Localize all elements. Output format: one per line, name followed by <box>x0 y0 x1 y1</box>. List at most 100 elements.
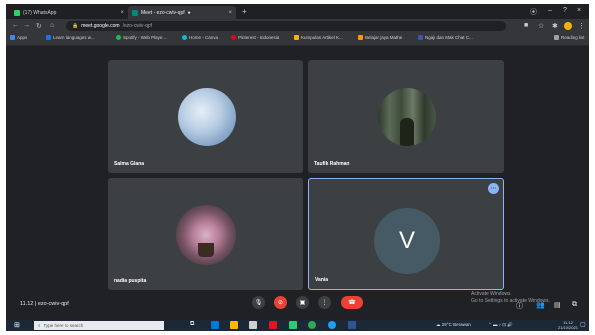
mic-button[interactable]: 🎙 <box>252 296 265 309</box>
forward-icon[interactable]: → <box>23 22 30 29</box>
meet-icon <box>132 9 138 16</box>
bookmark-label: Pinterest - Indonesia <box>238 35 280 40</box>
present-button[interactable]: ▣ <box>296 296 309 309</box>
meeting-code: ezo-cwiv-qpf <box>37 301 69 307</box>
edge-icon[interactable] <box>211 321 219 329</box>
close-icon[interactable]: × <box>228 10 232 16</box>
camera-off-icon: ⊘ <box>277 300 284 306</box>
more-options-icon[interactable]: ⋯ <box>488 183 499 194</box>
search-icon: ⌕ <box>38 323 41 328</box>
address-path: /ezo-cwiv-qpf <box>122 23 153 29</box>
info-icon[interactable]: ⓘ <box>516 301 523 311</box>
system-tray-icons[interactable]: ⌃ ▬ ♪ ⊡ 🔊 <box>488 322 513 328</box>
whatsapp-icon <box>14 9 20 16</box>
participant-tile[interactable]: nadia puspita <box>108 178 303 290</box>
word-icon[interactable] <box>348 321 356 329</box>
notifications-icon[interactable]: ▢ <box>580 321 586 328</box>
end-call-button[interactable]: ☎ <box>341 296 363 309</box>
tab-meet[interactable]: Meet - ezo-cwiv-qpf ● × <box>128 6 236 19</box>
participant-name: Salma Glana <box>114 161 145 167</box>
more-vert-icon: ⋮ <box>321 300 328 306</box>
people-icon[interactable]: 👥 <box>536 301 545 309</box>
weather-tray[interactable]: ☁ 29°C Berawan <box>436 322 471 328</box>
bookmark-item[interactable]: Ngaji dan Mak Chat C... <box>418 35 473 40</box>
chat-icon[interactable]: ▤ <box>554 301 561 309</box>
meeting-time: 11.12 <box>20 301 34 307</box>
bookmark-label: Belajar jaya Mathe <box>365 35 403 40</box>
app-icon[interactable] <box>328 321 336 329</box>
minimize-icon[interactable]: – <box>548 7 552 14</box>
microphone-icon: 🎙 <box>254 300 263 306</box>
pinterest-icon <box>231 35 236 40</box>
new-tab-button[interactable]: + <box>242 7 247 16</box>
bookmark-item[interactable]: Home - Canva <box>182 35 218 40</box>
task-view-icon[interactable]: ⧉ <box>190 321 194 328</box>
clock-date: 21/10/2021 <box>558 325 579 330</box>
avatar[interactable] <box>564 22 572 30</box>
tab-strip: (17) WhatsApp × Meet - ezo-cwiv-qpf ● × … <box>6 4 589 19</box>
star-icon[interactable]: ☆ <box>538 22 544 30</box>
clock[interactable]: 11.12 21/10/2021 <box>558 320 578 330</box>
bookmark-item[interactable]: Belajar jaya Mathe <box>358 35 402 40</box>
present-screen-icon: ▣ <box>299 300 306 306</box>
bookmark-label: Spotify - Web Playe... <box>123 35 167 40</box>
bookmark-item[interactable]: Spotify - Web Playe... <box>116 35 166 40</box>
bookmark-item[interactable]: Learn languages w... <box>46 35 95 40</box>
profile-icon[interactable]: ⦿ <box>530 7 537 17</box>
close-icon[interactable]: × <box>120 10 124 16</box>
app-icon[interactable] <box>269 321 277 329</box>
bookmarks-bar: Apps Learn languages w... Spotify - Web … <box>6 33 589 46</box>
flowers-photo-avatar <box>176 205 236 265</box>
bookmark-icon <box>46 35 51 40</box>
file-explorer-icon[interactable] <box>230 321 238 329</box>
activities-icon[interactable]: ⧉ <box>572 301 577 309</box>
extensions-icon[interactable]: ✱ <box>552 22 558 30</box>
windows-taskbar: ⊞ ⌕ Type here to search ⧉ ☁ 29°C Berawan… <box>6 320 589 331</box>
camera-indicator-icon[interactable]: ■ <box>524 22 528 29</box>
phone-hangup-icon: ☎ <box>348 300 356 306</box>
bookmark-item[interactable]: Kumpulan Artikel K... <box>294 35 343 40</box>
tab-whatsapp[interactable]: (17) WhatsApp × <box>10 6 128 19</box>
participant-tile-active[interactable]: ⋯ V Vania <box>308 178 504 290</box>
meeting-stage: Salma Glana Taufik Rahman nadia puspita … <box>6 46 589 299</box>
home-icon[interactable]: ⌂ <box>50 22 54 29</box>
screen: (17) WhatsApp × Meet - ezo-cwiv-qpf ● × … <box>6 4 589 331</box>
participant-name: Taufik Rahman <box>314 161 350 167</box>
meeting-info: 11.12 | ezo-cwiv-qpf <box>20 301 69 307</box>
bookmark-label: Ngaji dan Mak Chat C... <box>425 35 473 40</box>
bookmark-label: Home - Canva <box>189 35 219 40</box>
bookmark-label: Kumpulan Artikel K... <box>301 35 343 40</box>
reading-list-icon <box>554 35 559 40</box>
bookmark-icon <box>418 35 423 40</box>
bookmark-item[interactable]: Apps <box>10 35 27 40</box>
participant-name: nadia puspita <box>114 278 147 284</box>
camera-button[interactable]: ⊘ <box>274 296 287 309</box>
tab-label: (17) WhatsApp <box>23 9 57 16</box>
weather-text: 29°C Berawan <box>441 322 471 327</box>
chrome-icon[interactable] <box>308 321 316 329</box>
more-options-button[interactable]: ⋮ <box>318 296 331 309</box>
letter-avatar: V <box>374 208 440 274</box>
reload-icon[interactable]: ↻ <box>36 22 42 30</box>
menu-icon[interactable]: ⋮ <box>578 22 585 30</box>
reading-list[interactable]: Reading list <box>554 35 585 40</box>
lock-icon: 🔒 <box>72 23 79 29</box>
participant-tile[interactable]: Salma Glana <box>108 60 303 173</box>
back-icon[interactable]: ← <box>12 22 19 29</box>
windows-start-icon[interactable]: ⊞ <box>14 321 20 329</box>
watermark-line: Activate Windows <box>471 291 511 297</box>
sky-photo-avatar <box>178 88 236 146</box>
search-placeholder: Type here to search <box>43 323 84 328</box>
participant-tile[interactable]: Taufik Rahman <box>308 60 504 173</box>
canva-icon <box>182 35 187 40</box>
recording-dot-icon: ● <box>187 9 191 16</box>
maximize-icon[interactable]: ? <box>563 7 567 14</box>
weather-icon: ☁ <box>436 322 441 327</box>
address-bar[interactable]: 🔒 meet.google.com/ezo-cwiv-qpf <box>66 21 506 31</box>
bookmark-icon <box>294 35 299 40</box>
taskbar-search[interactable]: ⌕ Type here to search <box>34 321 164 330</box>
bookmark-item[interactable]: Pinterest - Indonesia <box>231 35 279 40</box>
store-icon[interactable] <box>249 321 257 329</box>
app-icon[interactable] <box>289 321 297 329</box>
close-window-icon[interactable]: × <box>577 7 581 14</box>
